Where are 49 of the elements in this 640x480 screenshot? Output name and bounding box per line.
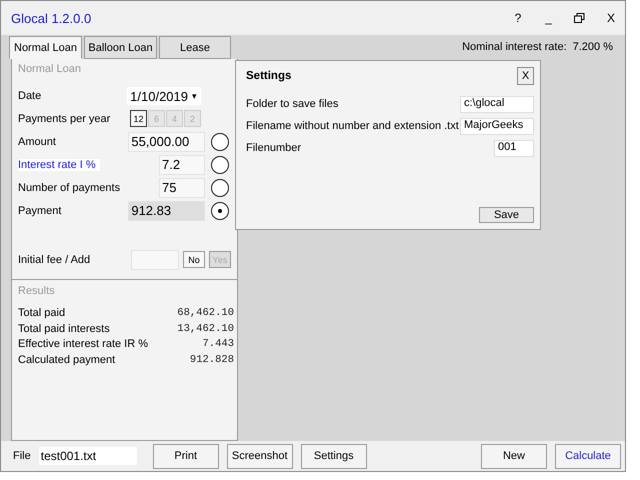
result-value: 68,462.10 bbox=[177, 307, 234, 321]
frequency-button[interactable]: 12 bbox=[130, 110, 147, 127]
input-field[interactable]: 55,000.00 bbox=[128, 132, 206, 152]
toggle-button[interactable]: No bbox=[183, 251, 205, 268]
tab[interactable]: Lease bbox=[159, 36, 231, 59]
input-field[interactable]: 001 bbox=[494, 140, 534, 156]
field-label: Number of payments bbox=[18, 182, 122, 194]
result-label: Total paid bbox=[18, 307, 66, 321]
action-button[interactable]: New bbox=[481, 444, 547, 468]
section-heading: Normal Loan bbox=[18, 63, 82, 75]
file-name-field[interactable]: test001.txt bbox=[38, 447, 137, 465]
save-button[interactable]: Save bbox=[479, 207, 534, 223]
input-field[interactable]: c:\glocal bbox=[460, 96, 534, 112]
field-label: Interest rate I % bbox=[18, 158, 100, 170]
input-field[interactable]: MajorGeeks bbox=[460, 118, 534, 134]
field-label: Payment bbox=[18, 204, 62, 216]
action-button[interactable]: Screenshot bbox=[226, 444, 293, 468]
field-label: Date bbox=[18, 90, 42, 102]
nominal-rate-value: 7.200 % bbox=[572, 41, 613, 53]
tab[interactable]: Normal Loan bbox=[9, 36, 82, 59]
close-button[interactable]: X bbox=[517, 67, 534, 85]
action-button[interactable]: Print bbox=[152, 444, 219, 468]
input-field[interactable]: 912.83 bbox=[128, 200, 206, 220]
result-value: 13,462.10 bbox=[177, 322, 234, 336]
field-label: Initial fee / Add bbox=[18, 254, 92, 266]
input-field[interactable]: 7.2 bbox=[159, 154, 205, 174]
section-heading: Results bbox=[18, 285, 56, 297]
help-button[interactable]: ? bbox=[510, 11, 526, 25]
field-label: Payments per year bbox=[18, 112, 112, 124]
field-label: Folder to save files bbox=[246, 98, 338, 110]
window-title: Glocal 1.2.0.0 bbox=[11, 10, 92, 26]
file-label: File bbox=[13, 450, 31, 462]
input-field[interactable]: 75 bbox=[159, 178, 205, 198]
result-label: Calculated payment bbox=[18, 354, 116, 368]
field-label: Amount bbox=[18, 136, 57, 148]
result-label: Effective interest rate IR % bbox=[18, 338, 148, 352]
result-value: 912.828 bbox=[190, 354, 234, 368]
field-label: Filenumber bbox=[246, 142, 302, 154]
nominal-rate-label: Nominal interest rate: bbox=[462, 41, 567, 53]
close-button[interactable]: X bbox=[602, 11, 619, 25]
tab[interactable]: Balloon Loan bbox=[84, 36, 157, 59]
field-label: Filename without number and extension .txt bbox=[246, 120, 459, 132]
result-label: Total paid interests bbox=[18, 322, 110, 336]
dialog-title: Settings bbox=[246, 70, 292, 82]
result-value: 7.443 bbox=[202, 338, 234, 352]
action-button[interactable]: Settings bbox=[300, 444, 367, 468]
date-picker[interactable]: 1/10/2019 ▾ bbox=[126, 87, 201, 105]
minimize-button[interactable]: _ bbox=[541, 11, 556, 25]
action-button[interactable]: Calculate bbox=[555, 444, 621, 468]
